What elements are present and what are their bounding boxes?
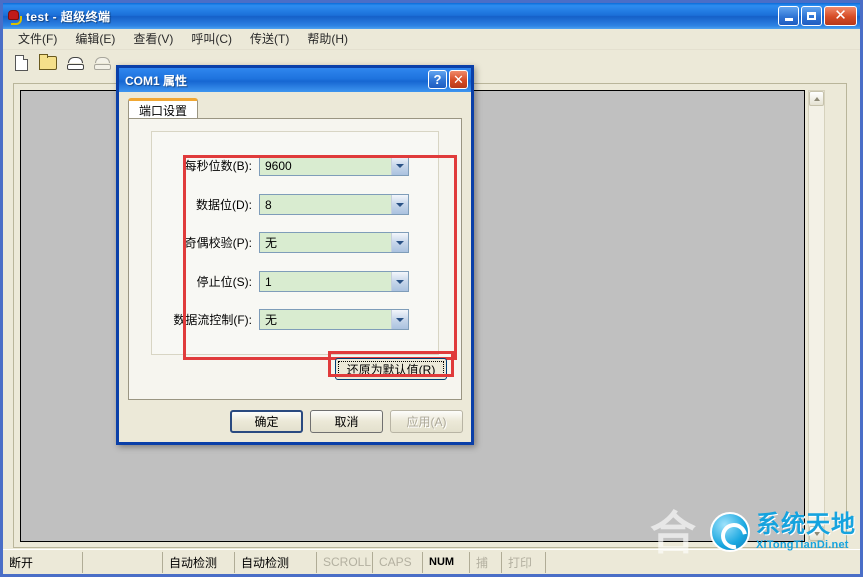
combo-bits-per-second[interactable]: 9600: [259, 155, 409, 176]
scroll-down-button[interactable]: [809, 526, 824, 541]
dialog-body: 端口设置 每秒位数(B): 9600 数据位(D): 8 奇偶校验(P): 无 …: [119, 92, 471, 442]
chevron-up-icon: [813, 96, 820, 101]
window-controls: ✕: [778, 6, 857, 26]
menu-bar: 文件(F) 编辑(E) 查看(V) 呼叫(C) 传送(T) 帮助(H): [3, 29, 860, 50]
chevron-down-icon[interactable]: [391, 195, 408, 214]
menu-help[interactable]: 帮助(H): [298, 28, 357, 50]
chevron-down-icon[interactable]: [391, 156, 408, 175]
label-bits-per-second: 每秒位数(B):: [184, 159, 252, 173]
new-document-icon: [14, 55, 28, 71]
dialog-close-button[interactable]: ✕: [449, 70, 468, 89]
status-filler: [546, 552, 860, 573]
chevron-down-icon[interactable]: [391, 272, 408, 291]
screen: test - 超级终端 ✕ 文件(F) 编辑(E) 查看(V) 呼叫(C) 传送…: [0, 0, 863, 577]
field-parity: 奇偶校验(P): 无: [157, 232, 409, 253]
dialog-controls: ? ✕: [428, 70, 468, 89]
scroll-up-button[interactable]: [809, 91, 824, 106]
value-bits-per-second: 9600: [265, 158, 292, 173]
restore-defaults-button[interactable]: 还原为默认值(R): [335, 358, 447, 380]
menu-view[interactable]: 查看(V): [124, 28, 182, 50]
combo-flow-control[interactable]: 无: [259, 309, 409, 330]
toolbar-open-button[interactable]: [35, 52, 61, 74]
status-duration: [83, 551, 163, 573]
settings-groupbox: 每秒位数(B): 9600 数据位(D): 8 奇偶校验(P): 无 停止位(S…: [151, 131, 457, 360]
status-connection: 断开: [3, 551, 83, 573]
field-stop-bits: 停止位(S): 1: [157, 271, 409, 292]
toolbar-call-button[interactable]: [62, 52, 88, 74]
status-bar: 断开 自动检测 自动检测 SCROLL CAPS NUM 捕 打印: [3, 549, 860, 574]
com1-properties-dialog: COM1 属性 ? ✕ 端口设置 每秒位数(B): 9600 数据位(D): 8…: [116, 65, 474, 445]
ok-button[interactable]: 确定: [230, 410, 303, 433]
focus-ring: [338, 361, 444, 377]
status-num: NUM: [423, 551, 470, 573]
close-icon: ✕: [834, 7, 847, 24]
menu-file[interactable]: 文件(F): [9, 28, 66, 50]
value-parity: 无: [265, 236, 278, 250]
value-flow-control: 无: [265, 313, 278, 327]
chevron-down-icon[interactable]: [391, 233, 408, 252]
label-data-bits: 数据位(D):: [196, 198, 252, 212]
chevron-down-icon: [813, 531, 820, 536]
hyperterminal-window: test - 超级终端 ✕ 文件(F) 编辑(E) 查看(V) 呼叫(C) 传送…: [0, 0, 863, 577]
minimize-icon: [784, 18, 793, 21]
phone-call-icon: [66, 56, 84, 70]
open-folder-icon: [39, 54, 57, 70]
status-capture: 捕: [470, 551, 502, 573]
toolbar-new-button[interactable]: [8, 52, 34, 74]
label-parity: 奇偶校验(P):: [184, 236, 252, 250]
status-print: 打印: [502, 551, 546, 573]
hyperterminal-icon: [7, 8, 23, 25]
value-stop-bits: 1: [265, 274, 272, 289]
field-data-bits: 数据位(D): 8: [157, 194, 409, 215]
phone-disconnect-icon: [93, 56, 111, 70]
menu-transfer[interactable]: 传送(T): [241, 28, 298, 50]
minimize-button[interactable]: [778, 6, 799, 26]
combo-stop-bits[interactable]: 1: [259, 271, 409, 292]
combo-parity[interactable]: 无: [259, 232, 409, 253]
status-speed: 自动检测: [235, 551, 317, 573]
menu-call[interactable]: 呼叫(C): [182, 28, 241, 50]
chevron-down-icon[interactable]: [391, 310, 408, 329]
value-data-bits: 8: [265, 197, 272, 212]
status-scroll: SCROLL: [317, 551, 373, 573]
toolbar-disconnect-button: [89, 52, 115, 74]
field-flow-control: 数据流控制(F): 无: [157, 309, 409, 330]
vertical-scrollbar[interactable]: [808, 90, 825, 542]
dialog-footer: 确定 取消 应用(A): [119, 410, 471, 434]
close-button[interactable]: ✕: [824, 6, 857, 26]
tab-panel-port-settings: 每秒位数(B): 9600 数据位(D): 8 奇偶校验(P): 无 停止位(S…: [128, 118, 462, 400]
combo-data-bits[interactable]: 8: [259, 194, 409, 215]
window-title: test - 超级终端: [26, 9, 111, 24]
maximize-button[interactable]: [801, 6, 822, 26]
field-bits-per-second: 每秒位数(B): 9600: [157, 155, 409, 176]
label-flow-control: 数据流控制(F):: [173, 313, 252, 327]
apply-button: 应用(A): [390, 410, 463, 433]
dialog-titlebar[interactable]: COM1 属性 ? ✕: [119, 68, 471, 92]
status-caps: CAPS: [373, 551, 423, 573]
tab-port-settings[interactable]: 端口设置: [128, 98, 199, 118]
dialog-title: COM1 属性: [125, 73, 188, 88]
tab-strip: 端口设置: [128, 98, 199, 118]
menu-edit[interactable]: 编辑(E): [66, 28, 124, 50]
cancel-button[interactable]: 取消: [310, 410, 383, 433]
dialog-help-button[interactable]: ?: [428, 70, 447, 89]
label-stop-bits: 停止位(S):: [196, 275, 252, 289]
window-titlebar[interactable]: test - 超级终端 ✕: [3, 3, 860, 29]
maximize-icon: [807, 12, 816, 20]
status-emulation: 自动检测: [163, 551, 235, 573]
